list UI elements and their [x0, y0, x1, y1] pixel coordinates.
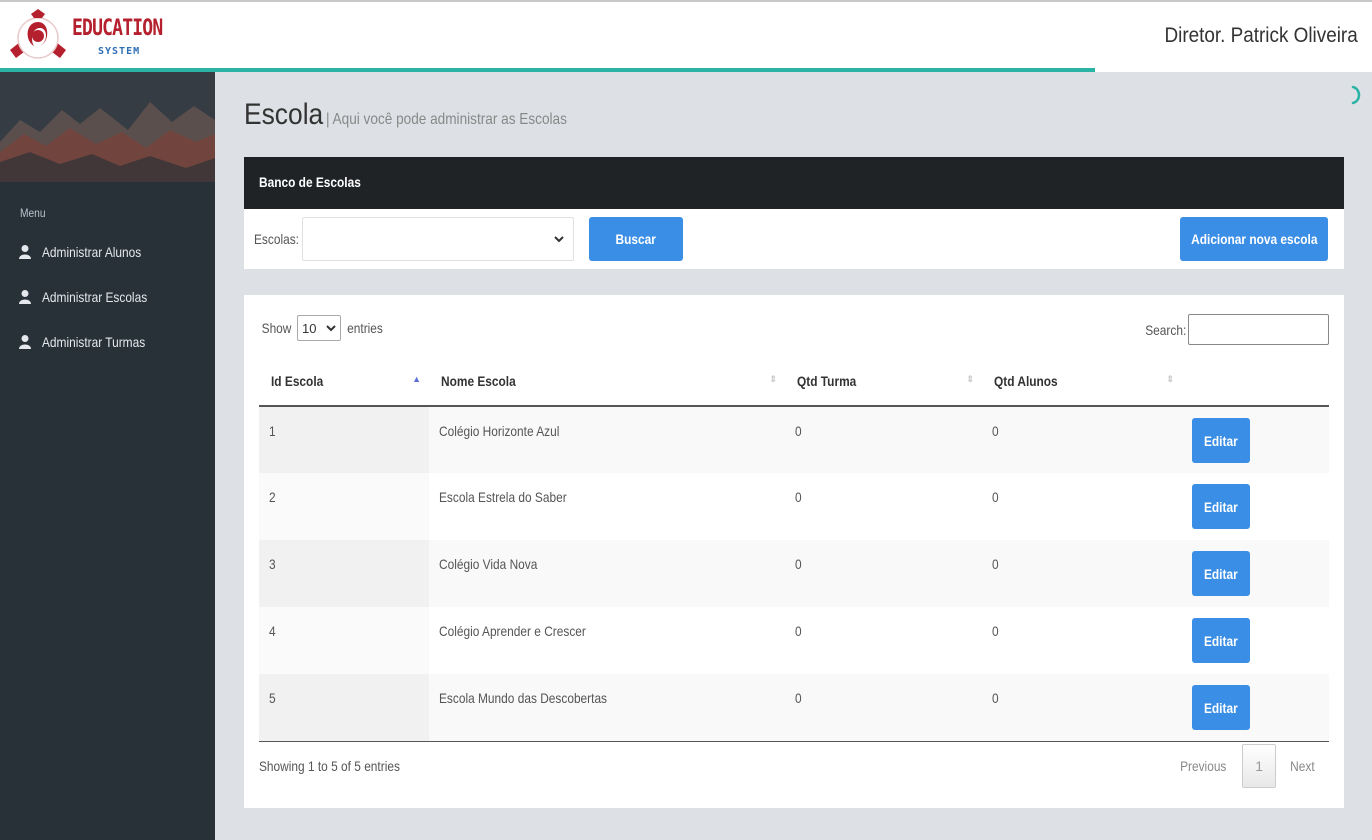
sort-asc-icon: ▲	[412, 374, 421, 384]
cell-actions: Editar	[1182, 607, 1329, 674]
buscar-button[interactable]: Buscar	[589, 217, 683, 261]
cell-id: 4	[259, 607, 429, 674]
page-title: Escola | Aqui você pode administrar as E…	[244, 98, 609, 132]
cell-actions: Editar	[1182, 674, 1329, 742]
cell-actions: Editar	[1182, 540, 1329, 607]
escolas-select[interactable]	[302, 217, 574, 261]
cell-id: 1	[259, 406, 429, 473]
cell-qtd-alunos: 0	[982, 406, 1182, 473]
table-row: 4 Colégio Aprender e Crescer 0 0 Editar	[259, 607, 1329, 674]
panel-header-title: Banco de Escolas	[259, 174, 361, 190]
sidebar: Menu Administrar Alunos Administrar Esco…	[0, 72, 215, 840]
table-info: Showing 1 to 5 of 5 entries	[259, 758, 400, 774]
sidebar-item-label: Administrar Alunos	[42, 244, 142, 260]
cell-qtd-turma: 0	[785, 540, 982, 607]
cell-nome: Escola Mundo das Descobertas	[429, 674, 785, 742]
table-row: 5 Escola Mundo das Descobertas 0 0 Edita…	[259, 674, 1329, 742]
table-row: 2 Escola Estrela do Saber 0 0 Editar	[259, 473, 1329, 540]
pagination-page-1[interactable]: 1	[1242, 744, 1277, 788]
sidebar-item-administrar-turmas[interactable]: Administrar Turmas	[18, 330, 208, 354]
pagination: Previous 1 Next	[1176, 744, 1317, 788]
add-school-button-label: Adicionar nova escola	[1190, 231, 1318, 247]
filter-panel: Escolas: Buscar Adicionar nova escola	[244, 209, 1344, 269]
edit-button[interactable]: Editar	[1192, 618, 1250, 663]
cell-nome: Colégio Aprender e Crescer	[439, 623, 586, 639]
search-label: Search:	[1144, 321, 1186, 338]
schools-table-panel: Show 10 entries Search: Id Escola ▲ Nome …	[244, 295, 1344, 808]
cell-qtd-alunos: 0	[992, 489, 999, 505]
entries-length-select[interactable]: 10	[297, 315, 342, 341]
brand-emblem-icon	[10, 9, 66, 59]
cell-qtd-turma: 0	[785, 674, 982, 742]
cell-id: 3	[259, 540, 429, 607]
user-icon	[19, 245, 31, 259]
pagination-next[interactable]: Next	[1290, 758, 1314, 774]
cell-qtd-turma: 0	[795, 623, 802, 639]
schools-table: Id Escola ▲ Nome Escola ⇕ Qtd Turma ⇕ Qtd A…	[259, 357, 1329, 742]
edit-button[interactable]: Editar	[1192, 685, 1250, 730]
cell-nome: Escola Estrela do Saber	[439, 489, 567, 505]
table-length-control: Show 10 entries	[259, 315, 386, 341]
escolas-label: Escolas:	[254, 231, 299, 247]
loading-spinner-icon	[1351, 85, 1361, 105]
column-header-qtd-alunos[interactable]: Qtd Alunos ⇕	[982, 357, 1182, 407]
page-title-text: Escola	[244, 98, 324, 131]
panel-header: Banco de Escolas	[244, 157, 1344, 209]
chevron-down-icon	[326, 325, 336, 332]
brand-subtitle: SYSTEM	[98, 46, 141, 57]
entries-length-value: 10	[302, 320, 317, 336]
table-search: Search:	[1138, 314, 1329, 345]
cell-actions: Editar	[1182, 406, 1329, 473]
column-header-nome-escola[interactable]: Nome Escola ⇕	[429, 357, 785, 407]
cell-qtd-alunos: 0	[982, 674, 1182, 742]
edit-button[interactable]: Editar	[1192, 551, 1250, 596]
sort-icon: ⇕	[769, 374, 777, 384]
add-school-button[interactable]: Adicionar nova escola	[1180, 217, 1328, 261]
sidebar-menu-title: Menu	[20, 206, 46, 220]
show-label: Show	[261, 320, 292, 336]
table-row: 1 Colégio Horizonte Azul 0 0 Editar	[259, 406, 1329, 473]
table-row: 3 Colégio Vida Nova 0 0 Editar	[259, 540, 1329, 607]
sort-icon: ⇕	[1166, 374, 1174, 384]
cell-actions: Editar	[1182, 473, 1329, 540]
search-input[interactable]	[1188, 314, 1329, 345]
pagination-previous[interactable]: Previous	[1180, 758, 1226, 774]
cell-nome: Colégio Horizonte Azul	[429, 406, 785, 473]
page-subtitle: | Aqui você pode administrar as Escolas	[326, 111, 567, 128]
column-header-actions	[1182, 357, 1329, 407]
buscar-button-label: Buscar	[615, 231, 657, 247]
user-icon	[19, 290, 31, 304]
column-header-id-escola[interactable]: Id Escola ▲	[259, 357, 429, 407]
table-header-row: Id Escola ▲ Nome Escola ⇕ Qtd Turma ⇕ Qtd A…	[259, 357, 1329, 407]
edit-button[interactable]: Editar	[1192, 418, 1250, 463]
cell-id: 2	[259, 473, 429, 540]
sidebar-item-label: Administrar Turmas	[42, 334, 146, 350]
top-header: EDUCATION SYSTEM Diretor. Patrick Olivei…	[0, 0, 1372, 72]
cell-qtd-alunos: 0	[982, 540, 1182, 607]
user-icon	[19, 335, 31, 349]
cell-qtd-alunos: 0	[992, 623, 999, 639]
sort-icon: ⇕	[966, 374, 974, 384]
cell-id: 5	[259, 674, 429, 742]
sidebar-item-administrar-escolas[interactable]: Administrar Escolas	[18, 285, 208, 309]
sidebar-item-label: Administrar Escolas	[42, 289, 148, 305]
chevron-down-icon	[554, 236, 564, 243]
column-header-qtd-turma[interactable]: Qtd Turma ⇕	[785, 357, 982, 407]
sidebar-banner-image	[0, 72, 215, 182]
cell-qtd-turma: 0	[795, 489, 802, 505]
entries-label: entries	[347, 320, 383, 336]
brand-logo[interactable]: EDUCATION SYSTEM	[4, 6, 204, 66]
cell-nome: Colégio Vida Nova	[429, 540, 785, 607]
cell-qtd-turma: 0	[785, 406, 982, 473]
brand-name: EDUCATION	[72, 16, 163, 41]
edit-button[interactable]: Editar	[1192, 484, 1250, 529]
user-name[interactable]: Diretor. Patrick Oliveira	[1165, 24, 1358, 48]
sidebar-item-administrar-alunos[interactable]: Administrar Alunos	[18, 240, 208, 264]
